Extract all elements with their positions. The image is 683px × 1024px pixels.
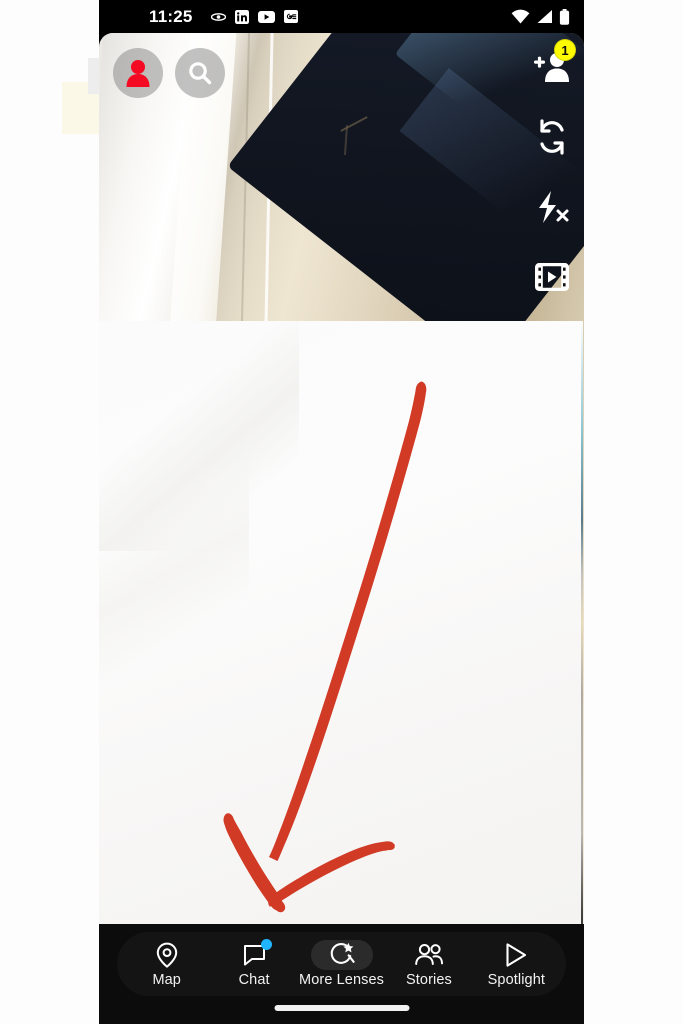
flip-camera-icon: [540, 119, 564, 155]
flash-off-icon: [539, 191, 569, 223]
nav-item-spotlight[interactable]: Spotlight: [473, 934, 560, 994]
youtube-icon: [257, 10, 275, 23]
flash-button[interactable]: [530, 185, 574, 229]
nav-icon-wrap-chat: [223, 939, 285, 970]
nav-item-map[interactable]: Map: [123, 934, 210, 994]
flip-camera-button[interactable]: [530, 115, 574, 159]
bottom-navigation-bar: Map Chat More Lenses Stories Spotlight: [99, 924, 584, 1024]
nav-item-more-lenses[interactable]: More Lenses: [298, 934, 385, 994]
shutter-button[interactable]: [287, 770, 401, 884]
map-pin-icon: [156, 942, 177, 968]
plus-icon: [539, 404, 565, 430]
google-news-icon: [283, 10, 298, 23]
lens-carousel-button[interactable]: [419, 803, 469, 853]
battery-icon: [559, 8, 570, 25]
nav-label-chat: Chat: [238, 972, 270, 988]
cellular-signal-icon: [537, 10, 552, 23]
memories-button[interactable]: [121, 803, 171, 853]
bottom-nav-pill: Map Chat More Lenses Stories Spotlight: [117, 932, 566, 996]
search-button[interactable]: [175, 48, 225, 98]
nav-label-map: Map: [152, 972, 181, 988]
add-friend-badge: 1: [554, 39, 576, 61]
camera-roll-icon: [533, 342, 561, 365]
camera-roll-button[interactable]: [524, 330, 570, 376]
camera-tools-rail: 1: [530, 39, 576, 439]
nav-icon-wrap-spotlight: [485, 940, 547, 970]
system-status-icons: [511, 8, 570, 25]
more-tools-button[interactable]: [530, 395, 574, 439]
nav-label-spotlight: Spotlight: [487, 972, 545, 988]
nav-label-stories: Stories: [406, 972, 452, 988]
eye-icon: [210, 12, 226, 21]
screenshot-page: 11:25 1 Map Chat More Lenses Stories Spo…: [0, 0, 683, 1024]
search-icon: [189, 62, 212, 85]
profile-button[interactable]: [113, 48, 163, 98]
phone-screen: 11:25 1 Map Chat More Lenses Stories Spo…: [99, 0, 584, 1024]
linkedin-icon: [234, 9, 249, 24]
film-strip-icon: [535, 263, 569, 291]
people-icon: [415, 944, 443, 965]
nav-icon-wrap-map: [136, 940, 198, 970]
nav-item-stories[interactable]: Stories: [385, 934, 472, 994]
nav-icon-wrap-stories: [398, 940, 460, 970]
add-friend-button[interactable]: 1: [530, 39, 576, 89]
timeline-button[interactable]: [530, 255, 574, 299]
smiley-lens-icon: [430, 814, 458, 842]
notification-icons: [210, 9, 298, 24]
nav-item-chat[interactable]: Chat: [210, 934, 297, 994]
nav-label-more-lenses: More Lenses: [299, 972, 384, 988]
home-indicator[interactable]: [274, 1005, 409, 1011]
nav-icon-wrap-more-lenses: [310, 940, 373, 970]
profile-avatar-icon: [126, 60, 150, 87]
play-triangle-icon: [506, 943, 527, 967]
camera-viewfinder[interactable]: 1: [99, 33, 584, 924]
status-bar-clock: 11:25: [149, 6, 193, 26]
chat-notification-badge: [261, 939, 273, 950]
wifi-icon: [511, 9, 530, 24]
lens-star-icon: [330, 942, 355, 964]
status-bar: 11:25: [99, 0, 584, 33]
